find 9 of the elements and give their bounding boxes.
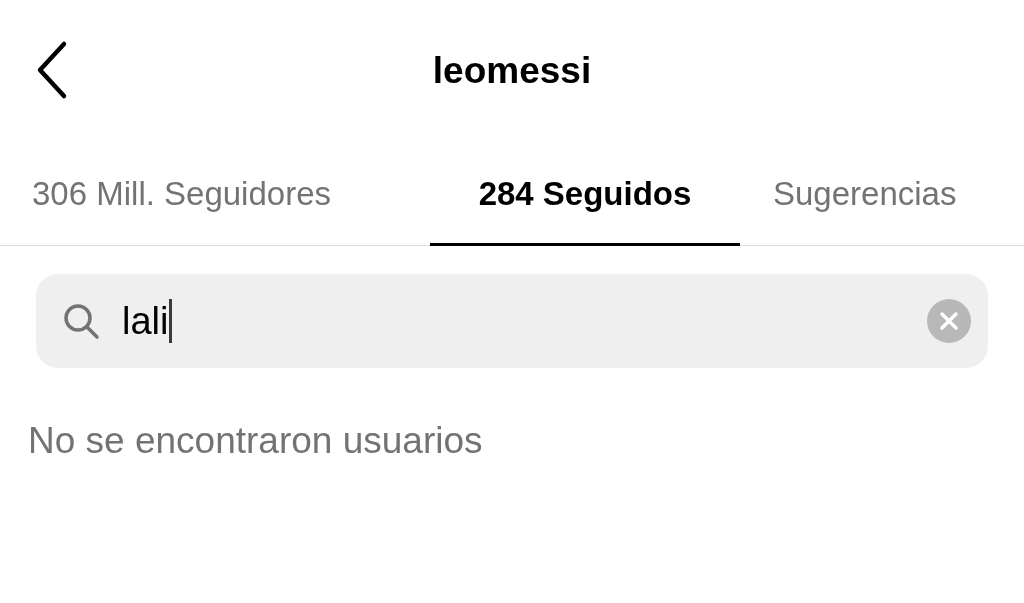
tab[interactable]: 306 Mill. Seguidores	[0, 145, 430, 246]
search-field[interactable]: lali	[36, 274, 988, 368]
close-icon	[926, 298, 972, 344]
search-text: lali	[122, 299, 169, 343]
profile-username: leomessi	[432, 49, 592, 92]
empty-message: No se encontraron usuarios	[28, 420, 484, 462]
search-icon	[62, 302, 100, 340]
tab[interactable]: Sugerencias	[740, 145, 1024, 246]
tab[interactable]: 284 Seguidos	[430, 145, 740, 246]
